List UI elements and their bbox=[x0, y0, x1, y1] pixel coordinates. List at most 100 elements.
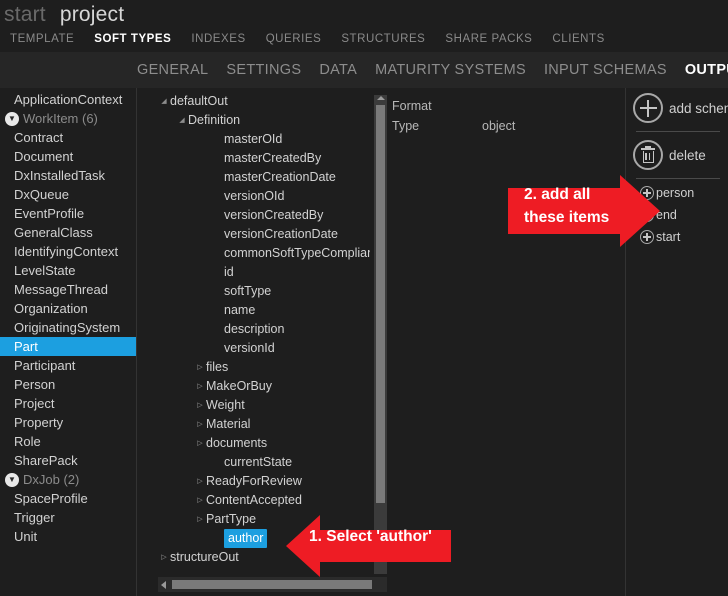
tree-row[interactable]: description bbox=[158, 320, 370, 339]
tree-node-label[interactable]: description bbox=[224, 320, 284, 339]
sidebar-item-messagethread[interactable]: MessageThread bbox=[0, 280, 136, 299]
output-schema-tree[interactable]: ◢ defaultOut ◢ Definition masterOId masterCre… bbox=[158, 92, 370, 574]
tree-row[interactable]: ▷ files bbox=[158, 358, 370, 377]
sidebar-item-eventprofile[interactable]: EventProfile bbox=[0, 204, 136, 223]
chevron-down-icon[interactable]: ▼ bbox=[5, 111, 19, 126]
tree-node-label[interactable]: Material bbox=[206, 415, 250, 434]
tree-row[interactable]: commonSoftTypeCompliant bbox=[158, 244, 370, 263]
chevron-right-icon[interactable]: ▷ bbox=[194, 415, 206, 434]
tree-node-label[interactable]: versionId bbox=[224, 339, 275, 358]
secondary-tab-general[interactable]: GENERAL bbox=[128, 52, 217, 88]
horizontal-scrollbar-thumb[interactable] bbox=[172, 580, 372, 589]
tree-node-label[interactable]: versionOId bbox=[224, 187, 284, 206]
sidebar-item-role[interactable]: Role bbox=[0, 432, 136, 451]
add-start-button[interactable]: start bbox=[626, 226, 728, 248]
tree-row[interactable]: softType bbox=[158, 282, 370, 301]
add-schema-button[interactable]: add schema bbox=[626, 88, 728, 128]
tree-node-label[interactable]: structureOut bbox=[170, 548, 239, 567]
primary-tab-structures[interactable]: STRUCTURES bbox=[331, 28, 435, 50]
chevron-down-icon[interactable]: ▼ bbox=[5, 472, 19, 487]
tree-node-label[interactable]: softType bbox=[224, 282, 271, 301]
chevron-down-icon[interactable]: ◢ bbox=[158, 92, 170, 111]
tree-node-label[interactable]: documents bbox=[206, 434, 267, 453]
primary-tab-clients[interactable]: CLIENTS bbox=[542, 28, 614, 50]
vertical-scrollbar-thumb[interactable] bbox=[376, 105, 385, 503]
breadcrumb-start[interactable]: start bbox=[4, 2, 46, 28]
tree-node-label[interactable]: masterOId bbox=[224, 130, 282, 149]
sidebar-item-sharepack[interactable]: SharePack bbox=[0, 451, 136, 470]
secondary-tab-settings[interactable]: SETTINGS bbox=[217, 52, 310, 88]
tree-node-label[interactable]: name bbox=[224, 301, 255, 320]
tree-node-label[interactable]: masterCreatedBy bbox=[224, 149, 321, 168]
sidebar-item-contract[interactable]: Contract bbox=[0, 128, 136, 147]
tree-row[interactable]: masterCreationDate bbox=[158, 168, 370, 187]
tree-node-label[interactable]: defaultOut bbox=[170, 92, 228, 111]
delete-button[interactable]: delete bbox=[626, 135, 728, 175]
soft-types-sidebar[interactable]: ApplicationContext ▼ WorkItem (6) Contract D… bbox=[0, 88, 136, 596]
tree-row[interactable]: ▷ structureOut bbox=[158, 548, 370, 567]
scroll-left-arrow-icon[interactable] bbox=[161, 581, 166, 589]
tree-vertical-scrollbar[interactable] bbox=[374, 95, 387, 574]
chevron-down-icon[interactable]: ◢ bbox=[176, 111, 188, 130]
primary-tab-queries[interactable]: QUERIES bbox=[256, 28, 332, 50]
sidebar-item-dxinstalledtask[interactable]: DxInstalledTask bbox=[0, 166, 136, 185]
tree-row[interactable]: versionId bbox=[158, 339, 370, 358]
tree-node-label[interactable]: Weight bbox=[206, 396, 245, 415]
primary-tab-template[interactable]: TEMPLATE bbox=[0, 28, 84, 50]
sidebar-item-trigger[interactable]: Trigger bbox=[0, 508, 136, 527]
chevron-right-icon[interactable]: ▷ bbox=[194, 358, 206, 377]
tree-node-label[interactable]: MakeOrBuy bbox=[206, 377, 272, 396]
tree-row[interactable]: currentState bbox=[158, 453, 370, 472]
sidebar-item-levelstate[interactable]: LevelState bbox=[0, 261, 136, 280]
secondary-tab-maturity-systems[interactable]: MATURITY SYSTEMS bbox=[366, 52, 535, 88]
chevron-right-icon[interactable]: ▷ bbox=[194, 434, 206, 453]
sidebar-item-person[interactable]: Person bbox=[0, 375, 136, 394]
sidebar-item-applicationcontext[interactable]: ApplicationContext bbox=[0, 90, 136, 109]
sidebar-item-organization[interactable]: Organization bbox=[0, 299, 136, 318]
chevron-right-icon[interactable]: ▷ bbox=[194, 510, 206, 529]
chevron-right-icon[interactable]: ▷ bbox=[194, 377, 206, 396]
tree-row[interactable]: ▷ documents bbox=[158, 434, 370, 453]
tree-row[interactable]: ▷ ContentAccepted bbox=[158, 491, 370, 510]
sidebar-item-dxjob-2[interactable]: ▼ DxJob (2) bbox=[0, 470, 136, 489]
tree-row[interactable]: id bbox=[158, 263, 370, 282]
primary-tab-soft-types[interactable]: SOFT TYPES bbox=[84, 28, 181, 50]
tree-node-label[interactable]: files bbox=[206, 358, 228, 377]
tree-row[interactable]: ▷ PartType bbox=[158, 510, 370, 529]
tree-node-label[interactable]: ReadyForReview bbox=[206, 472, 302, 491]
add-person-button[interactable]: person bbox=[626, 182, 728, 204]
primary-tab-indexes[interactable]: INDEXES bbox=[181, 28, 255, 50]
tree-node-label[interactable]: commonSoftTypeCompliant bbox=[224, 244, 370, 263]
tree-row[interactable]: versionCreatedBy bbox=[158, 206, 370, 225]
primary-tab-share-packs[interactable]: SHARE PACKS bbox=[435, 28, 542, 50]
tree-row[interactable]: ▷ Weight bbox=[158, 396, 370, 415]
sidebar-item-generalclass[interactable]: GeneralClass bbox=[0, 223, 136, 242]
secondary-tab-input-schemas[interactable]: INPUT SCHEMAS bbox=[535, 52, 676, 88]
tree-row[interactable]: masterOId bbox=[158, 130, 370, 149]
sidebar-item-part[interactable]: Part bbox=[0, 337, 136, 356]
sidebar-item-spaceprofile[interactable]: SpaceProfile bbox=[0, 489, 136, 508]
sidebar-item-originatingsystem[interactable]: OriginatingSystem bbox=[0, 318, 136, 337]
sidebar-item-dxqueue[interactable]: DxQueue bbox=[0, 185, 136, 204]
tree-node-label[interactable]: versionCreatedBy bbox=[224, 206, 323, 225]
tree-node-label[interactable]: versionCreationDate bbox=[224, 225, 338, 244]
secondary-tab-data[interactable]: DATA bbox=[310, 52, 366, 88]
sidebar-item-workitem-6[interactable]: ▼ WorkItem (6) bbox=[0, 109, 136, 128]
sidebar-item-document[interactable]: Document bbox=[0, 147, 136, 166]
tree-node-selected[interactable]: author bbox=[224, 529, 268, 548]
tree-row[interactable]: ▷ Material bbox=[158, 415, 370, 434]
tree-row[interactable]: ◢ Definition bbox=[158, 111, 370, 130]
tree-row[interactable]: name bbox=[158, 301, 370, 320]
chevron-right-icon[interactable]: ▷ bbox=[158, 548, 170, 567]
scroll-up-arrow-icon[interactable] bbox=[377, 96, 385, 100]
tree-node-label[interactable]: currentState bbox=[224, 453, 292, 472]
secondary-tab-output-schemas[interactable]: OUTPUT SCHEMAS bbox=[676, 52, 728, 88]
add-end-button[interactable]: end bbox=[626, 204, 728, 226]
sidebar-item-project[interactable]: Project bbox=[0, 394, 136, 413]
tree-node-label[interactable]: masterCreationDate bbox=[224, 168, 336, 187]
tree-row[interactable]: versionOId bbox=[158, 187, 370, 206]
sidebar-item-identifyingcontext[interactable]: IdentifyingContext bbox=[0, 242, 136, 261]
sidebar-item-unit[interactable]: Unit bbox=[0, 527, 136, 546]
tree-node-label[interactable]: PartType bbox=[206, 510, 256, 529]
chevron-right-icon[interactable]: ▷ bbox=[194, 491, 206, 510]
